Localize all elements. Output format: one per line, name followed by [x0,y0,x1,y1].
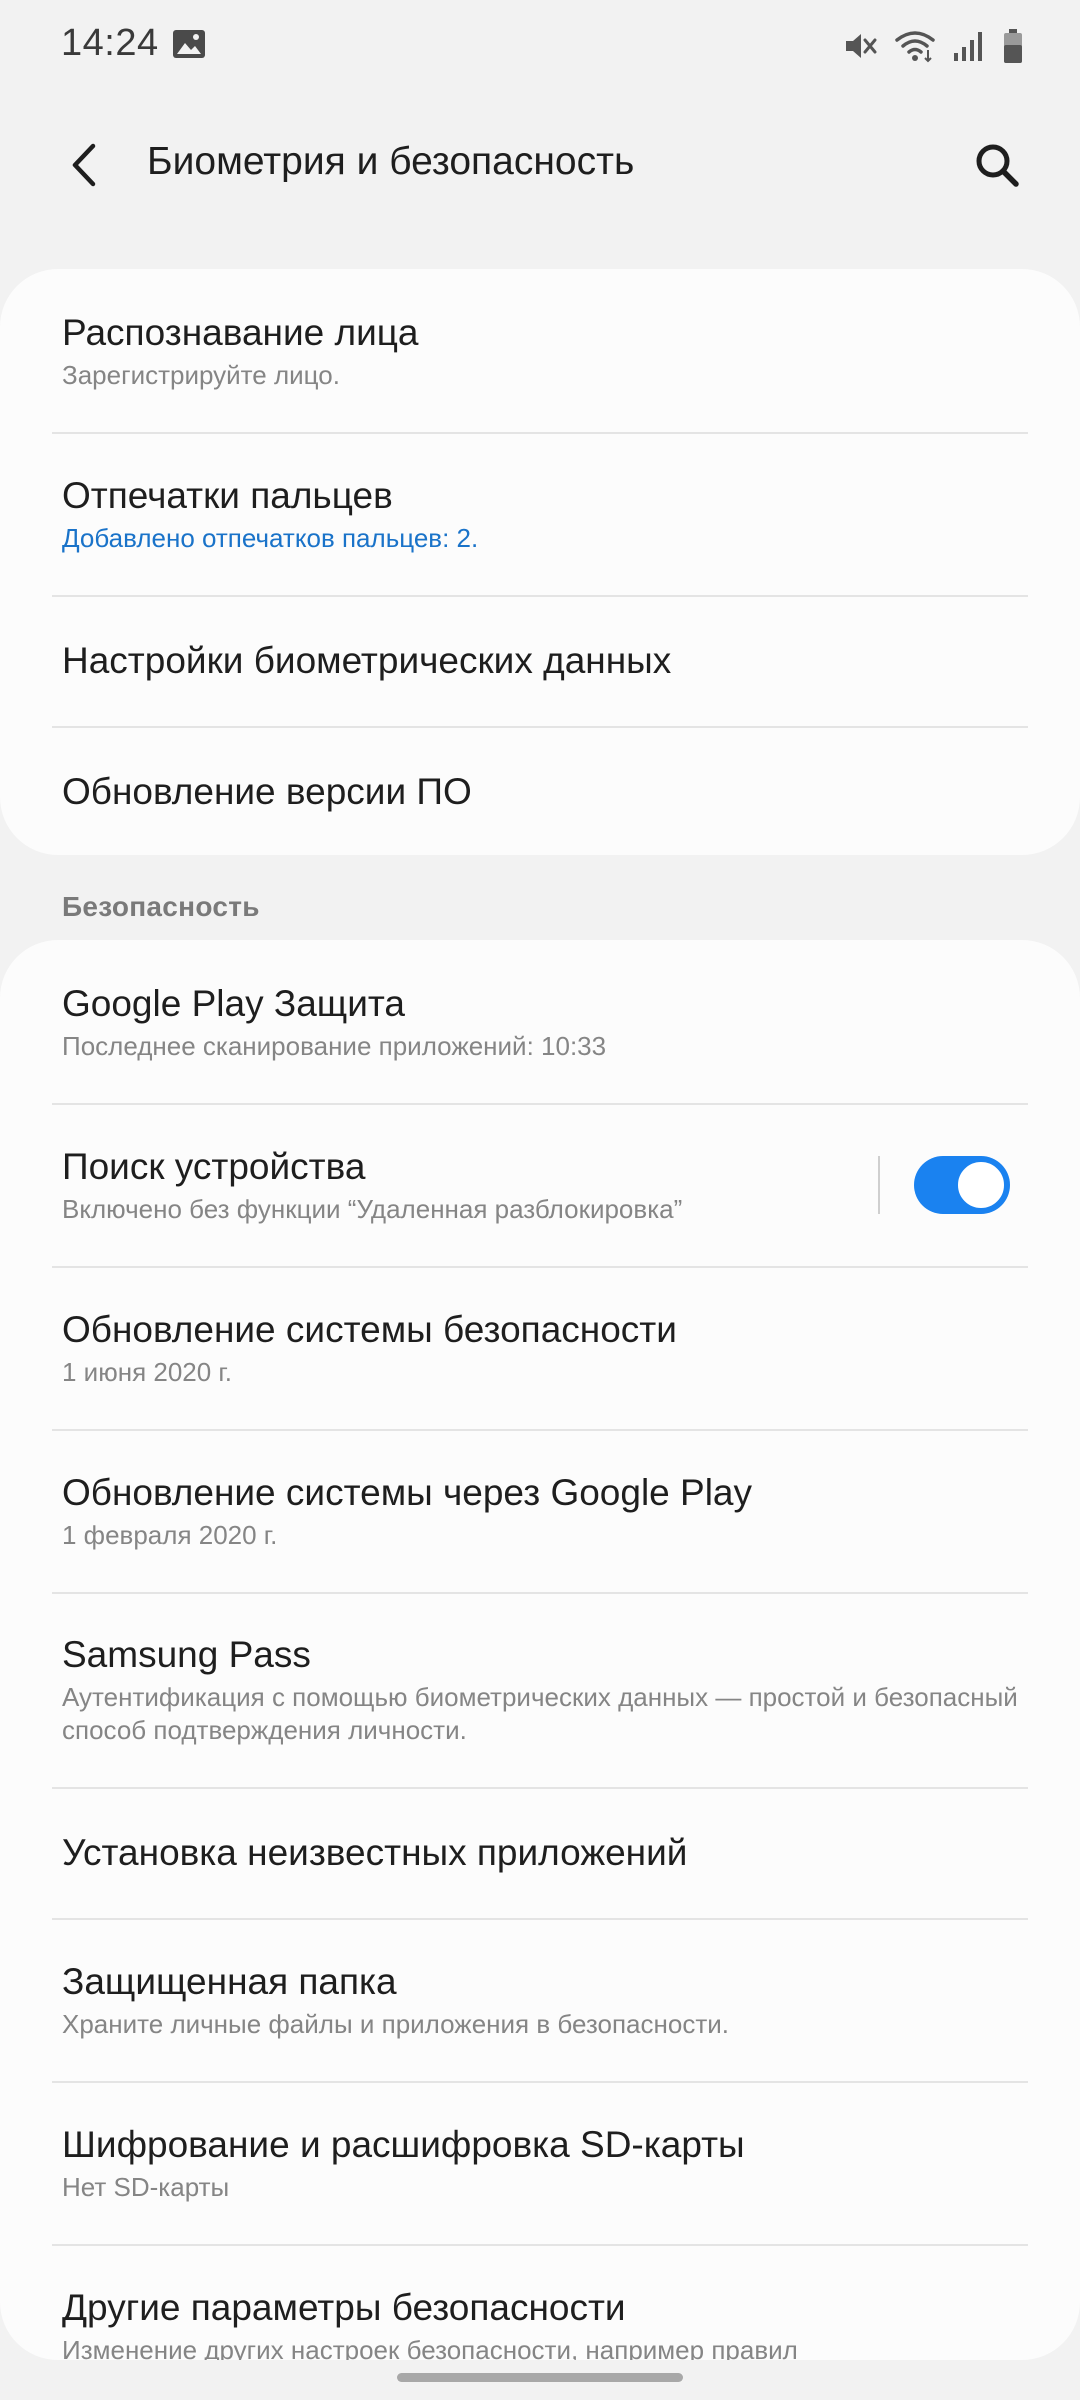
item-title: Google Play Защита [62,982,405,1024]
item-subtitle: Последнее сканирование приложений: 10:33 [62,1030,607,1061]
item-title: Распознавание лица [62,311,419,353]
list-item-secure-folder[interactable]: Защищенная папка Храните личные файлы и … [0,1918,1080,2081]
signal-icon [952,29,986,63]
list-item-samsung-pass[interactable]: Samsung Pass Аутентификация с помощью би… [0,1592,1080,1787]
find-device-toggle[interactable] [914,1155,1010,1214]
item-subtitle: 1 февраля 2020 г. [62,1519,278,1550]
list-item-other-security[interactable]: Другие параметры безопасности Изменение … [0,2244,1080,2360]
item-subtitle: Включено без функции “Удаленная разблоки… [62,1193,683,1224]
toggle-knob [956,1159,1006,1210]
list-item-google-play-protect[interactable]: Google Play Защита Последнее сканировани… [0,940,1080,1103]
item-title: Другие параметры безопасности [62,2286,626,2328]
back-arrow-icon [72,143,96,187]
item-subtitle: Изменение других настроек безопасности, … [62,2334,798,2361]
item-subtitle: Зарегистрируйте лицо. [62,359,340,390]
toggle-divider [878,1155,880,1214]
item-title: Защищенная папка [62,1960,397,2002]
item-title: Samsung Pass [62,1634,311,1675]
list-item-face-recognition[interactable]: Распознавание лица Зарегистрируйте лицо. [0,269,1080,432]
list-item-unknown-apps[interactable]: Установка неизвестных приложений [0,1787,1080,1918]
item-subtitle: Аутентификация с помощью биометрических … [62,1682,1018,1745]
item-title: Шифрование и расшифровка SD-карты [62,2123,745,2165]
page-title: Биометрия и безопасность [147,140,635,183]
item-subtitle: Добавлено отпечатков пальцев: 2. [62,522,479,553]
list-item-biometric-settings[interactable]: Настройки биометрических данных [0,595,1080,726]
biometrics-card: Распознавание лица Зарегистрируйте лицо.… [0,269,1080,855]
navigation-handle[interactable] [397,2373,683,2382]
item-title: Поиск устройства [62,1145,366,1187]
item-title: Обновление системы через Google Play [62,1471,753,1513]
search-icon [976,144,1019,187]
list-item-security-update[interactable]: Обновление системы безопасности 1 июня 2… [0,1266,1080,1429]
list-item-sd-encryption[interactable]: Шифрование и расшифровка SD-карты Нет SD… [0,2081,1080,2244]
app-bar: Биометрия и безопасность [0,110,1080,220]
security-card: Google Play Защита Последнее сканировани… [0,940,1080,2360]
item-title: Установка неизвестных приложений [62,1831,688,1873]
list-item-find-device[interactable]: Поиск устройства Включено без функции “У… [0,1103,1080,1266]
back-button[interactable] [52,132,118,198]
settings-screen: 14:24 Биометрия и безопасность Распознав… [0,0,1080,2400]
list-item-google-play-system-update[interactable]: Обновление системы через Google Play 1 ф… [0,1429,1080,1592]
item-subtitle: Храните личные файлы и приложения в безо… [62,2008,729,2039]
battery-icon [1002,28,1024,64]
status-time: 14:24 [61,22,159,64]
section-header-security: Безопасность [62,891,260,922]
item-title: Обновление версии ПО [62,770,472,812]
status-bar: 14:24 [0,0,1080,92]
list-item-fingerprints[interactable]: Отпечатки пальцев Добавлено отпечатков п… [0,432,1080,595]
find-device-row: Поиск устройства Включено без функции “У… [62,1144,1020,1226]
item-subtitle: Нет SD-карты [62,2171,230,2202]
item-title: Обновление системы безопасности [62,1308,677,1350]
item-title: Отпечатки пальцев [62,474,393,516]
item-title: Настройки биометрических данных [62,639,672,681]
find-device-text: Поиск устройства Включено без функции “У… [62,1144,878,1226]
list-item-software-update[interactable]: Обновление версии ПО [0,726,1080,855]
search-button[interactable] [964,132,1030,198]
gallery-icon [172,29,206,59]
wifi-icon [894,28,936,64]
status-icons [842,26,1024,66]
item-subtitle: 1 июня 2020 г. [62,1356,232,1387]
mute-icon [842,28,878,64]
